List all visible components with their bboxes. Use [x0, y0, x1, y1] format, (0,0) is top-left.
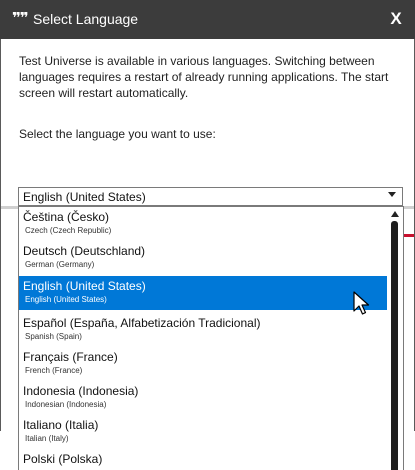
language-option-english-us[interactable]: English (United States) English (United …: [19, 276, 387, 310]
close-button[interactable]: X: [386, 9, 406, 29]
language-option-name: Español (España, Alfabetización Tradicio…: [23, 316, 261, 330]
title-bar: ❞❞ Select Language X: [0, 0, 415, 39]
language-prompt: Select the language you want to use:: [19, 127, 216, 141]
language-option-czech[interactable]: Čeština (Česko) Czech (Czech Republic): [19, 207, 387, 241]
description-text: Test Universe is available in various la…: [19, 54, 389, 100]
scroll-up-arrow-icon[interactable]: [391, 211, 399, 217]
language-option-english: English (United States): [25, 295, 107, 304]
language-option-name: Polski (Polska): [23, 452, 103, 466]
language-option-name: English (United States): [23, 279, 146, 293]
language-option-french[interactable]: Français (France) French (France): [19, 347, 387, 381]
language-option-english: Italian (Italy): [25, 434, 69, 443]
language-option-polish[interactable]: Polski (Polska): [19, 449, 387, 470]
language-option-english: Czech (Czech Republic): [25, 226, 112, 235]
language-option-indonesian[interactable]: Indonesia (Indonesia) Indonesian (Indone…: [19, 381, 387, 415]
scrollbar-thumb[interactable]: [391, 221, 398, 470]
language-option-italian[interactable]: Italiano (Italia) Italian (Italy): [19, 415, 387, 449]
chevron-down-icon[interactable]: [388, 192, 396, 197]
language-option-name: Deutsch (Deutschland): [23, 244, 146, 258]
window-title: Select Language: [33, 11, 139, 27]
language-dropdown-list: Čeština (Česko) Czech (Czech Republic) D…: [18, 206, 404, 470]
quote-icon: ❞❞: [12, 10, 29, 27]
language-option-name: Français (France): [23, 350, 118, 364]
mouse-cursor-icon: [353, 291, 370, 315]
language-option-spanish[interactable]: Español (España, Alfabetización Tradicio…: [19, 313, 387, 347]
language-option-german[interactable]: Deutsch (Deutschland) German (Germany): [19, 241, 387, 275]
language-select[interactable]: English (United States): [18, 187, 403, 206]
language-option-english: German (Germany): [25, 260, 95, 269]
language-option-name: Indonesia (Indonesia): [23, 384, 139, 398]
language-option-english: French (France): [25, 366, 83, 375]
language-option-english: Indonesian (Indonesia): [25, 400, 107, 409]
language-option-name: Italiano (Italia): [23, 418, 99, 432]
language-option-name: Čeština (Česko): [23, 210, 110, 224]
dialog-body: Test Universe is available in various la…: [0, 39, 415, 470]
language-option-english: Spanish (Spain): [25, 332, 82, 341]
language-select-value: English (United States): [23, 190, 146, 204]
